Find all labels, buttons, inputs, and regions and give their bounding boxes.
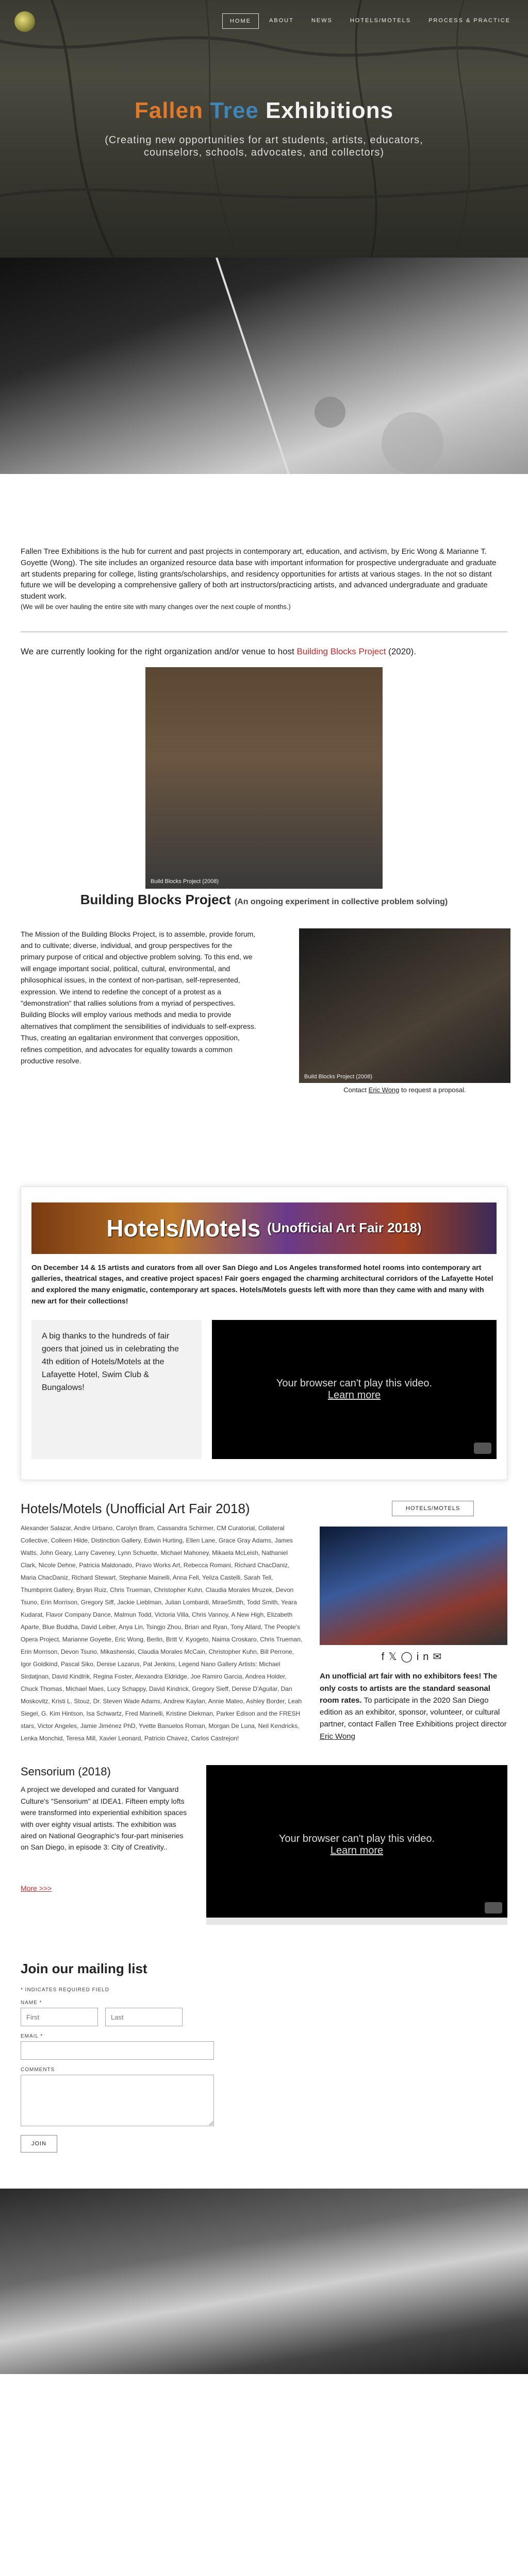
moon-image xyxy=(0,258,528,474)
nav-hotels-motels[interactable]: HOTELS/MOTELS xyxy=(343,13,418,29)
name-label: NAME * xyxy=(21,2000,42,2006)
artist-names: Alexander Salazar, Andre Urbano, Carolyn… xyxy=(21,1524,303,1742)
join-button[interactable]: JOIN xyxy=(21,2135,58,2153)
mailing-list-form: Join our mailing list * INDICATES REQUIR… xyxy=(0,1925,528,2153)
hotels-motels-feature: Hotels/Motels (Unofficial Art Fair 2018)… xyxy=(21,1186,507,1481)
sensorium-video-player[interactable]: Your browser can't play this video. Lear… xyxy=(206,1765,507,1925)
learn-more-link[interactable]: Learn more xyxy=(331,1845,383,1857)
main-nav: HOME ABOUT NEWS HOTELS/MOTELS PROCESS & … xyxy=(222,13,518,29)
photo-caption: Build Blocks Project (2008) xyxy=(151,878,219,885)
hotels-motels-info: HOTELS/MOTELS f𝕏◯in✉ An unofficial art f… xyxy=(320,1501,507,1744)
building-blocks-mission: The Mission of the Building Blocks Proje… xyxy=(21,929,256,1065)
first-name-field[interactable] xyxy=(21,2008,98,2027)
sensorium-heading: Sensorium (2018) xyxy=(21,1765,111,1778)
footer-image xyxy=(0,2189,528,2375)
mailing-list-heading: Join our mailing list xyxy=(21,1961,147,1977)
intro-note: (We will be over hauling the entire site… xyxy=(21,602,291,611)
tree-branches-background xyxy=(0,0,528,258)
title-word-exhibitions: Exhibitions xyxy=(266,98,394,123)
email-label: EMAIL * xyxy=(21,2033,43,2040)
title-word-fallen: Fallen xyxy=(134,98,204,123)
learn-more-link[interactable]: Learn more xyxy=(328,1389,381,1401)
lafayette-hotel-photo xyxy=(320,1527,507,1646)
eric-wong-link[interactable]: Eric Wong xyxy=(320,1732,355,1741)
intro-section: Fallen Tree Exhibitions is the hub for c… xyxy=(0,474,528,617)
thanks-quote: A big thanks to the hundreds of fair goe… xyxy=(31,1320,202,1460)
hotels-motels-button[interactable]: HOTELS/MOTELS xyxy=(392,1501,474,1517)
horizontal-scrollbar[interactable] xyxy=(206,1918,507,1925)
nav-home[interactable]: HOME xyxy=(222,13,259,29)
more-link[interactable]: More >>> xyxy=(21,1884,52,1892)
sensorium-text: Sensorium (2018) A project we developed … xyxy=(21,1765,191,1925)
page-title: Fallen Tree Exhibitions xyxy=(0,98,528,124)
artist-list-column: Hotels/Motels (Unofficial Art Fair 2018)… xyxy=(21,1501,304,1744)
nav-process-practice[interactable]: PROCESS & PRACTICE xyxy=(421,13,518,29)
hero: HOME ABOUT NEWS HOTELS/MOTELS PROCESS & … xyxy=(0,0,528,258)
instagram-icon[interactable]: ◯ xyxy=(401,1651,416,1663)
comments-label: COMMENTS xyxy=(21,2067,55,2073)
hotels-motels-heading: Hotels/Motels (Unofficial Art Fair 2018) xyxy=(21,1501,250,1517)
hotels-motels-cta: An unofficial art fair with no exhibitor… xyxy=(320,1672,507,1741)
contact-eric-wong-link[interactable]: Eric Wong xyxy=(369,1086,400,1094)
email-icon[interactable]: ✉ xyxy=(433,1651,446,1663)
photo-caption: Build Blocks Project (2008) xyxy=(304,1073,373,1080)
youtube-icon[interactable] xyxy=(485,1902,502,1914)
hotels-motels-summary: On December 14 & 15 artists and curators… xyxy=(31,1263,493,1305)
twitter-icon[interactable]: 𝕏 xyxy=(388,1651,401,1663)
contact-text: Contact Eric Wong to request a proposal. xyxy=(343,1086,466,1094)
linkedin-icon[interactable]: in xyxy=(417,1651,433,1663)
sensorium-body: A project we developed and curated for V… xyxy=(21,1785,187,1852)
title-word-tree: Tree xyxy=(210,98,259,123)
email-field[interactable] xyxy=(21,2041,214,2060)
nav-about[interactable]: ABOUT xyxy=(262,13,301,29)
last-name-field[interactable] xyxy=(105,2008,183,2027)
building-blocks-photo: Build Blocks Project (2008) xyxy=(145,667,383,889)
building-blocks-heading: Building Blocks Project (An ongoing expe… xyxy=(80,891,448,907)
hotels-video-player[interactable]: Your browser can't play this video. Lear… xyxy=(212,1320,497,1460)
building-blocks-side: Build Blocks Project (2008) Contact Eric… xyxy=(278,928,510,1094)
hero-subtitle: (Creating new opportunities for art stud… xyxy=(105,134,423,158)
building-blocks-details: The Mission of the Building Blocks Proje… xyxy=(0,908,528,1094)
social-icons: f𝕏◯in✉ xyxy=(320,1650,507,1663)
required-note: * INDICATES REQUIRED FIELD xyxy=(21,1987,109,1993)
hotels-motels-banner: Hotels/Motels (Unofficial Art Fair 2018) xyxy=(31,1202,497,1254)
youtube-icon[interactable] xyxy=(474,1443,491,1454)
building-blocks-side-photo: Build Blocks Project (2008) xyxy=(299,928,510,1083)
seek-venue-text: We are currently looking for the right o… xyxy=(21,646,417,656)
facebook-icon[interactable]: f xyxy=(382,1651,389,1663)
building-blocks-link[interactable]: Building Blocks Project xyxy=(297,647,386,656)
site-logo[interactable] xyxy=(14,11,35,32)
nav-news[interactable]: NEWS xyxy=(304,13,340,29)
hotels-motels-artists: Hotels/Motels (Unofficial Art Fair 2018)… xyxy=(0,1480,528,1744)
sensorium-section: Sensorium (2018) A project we developed … xyxy=(0,1744,528,1925)
comments-field[interactable] xyxy=(21,2075,214,2127)
hotels-motels-row: A big thanks to the hundreds of fair goe… xyxy=(31,1320,497,1460)
intro-text: Fallen Tree Exhibitions is the hub for c… xyxy=(21,547,497,601)
